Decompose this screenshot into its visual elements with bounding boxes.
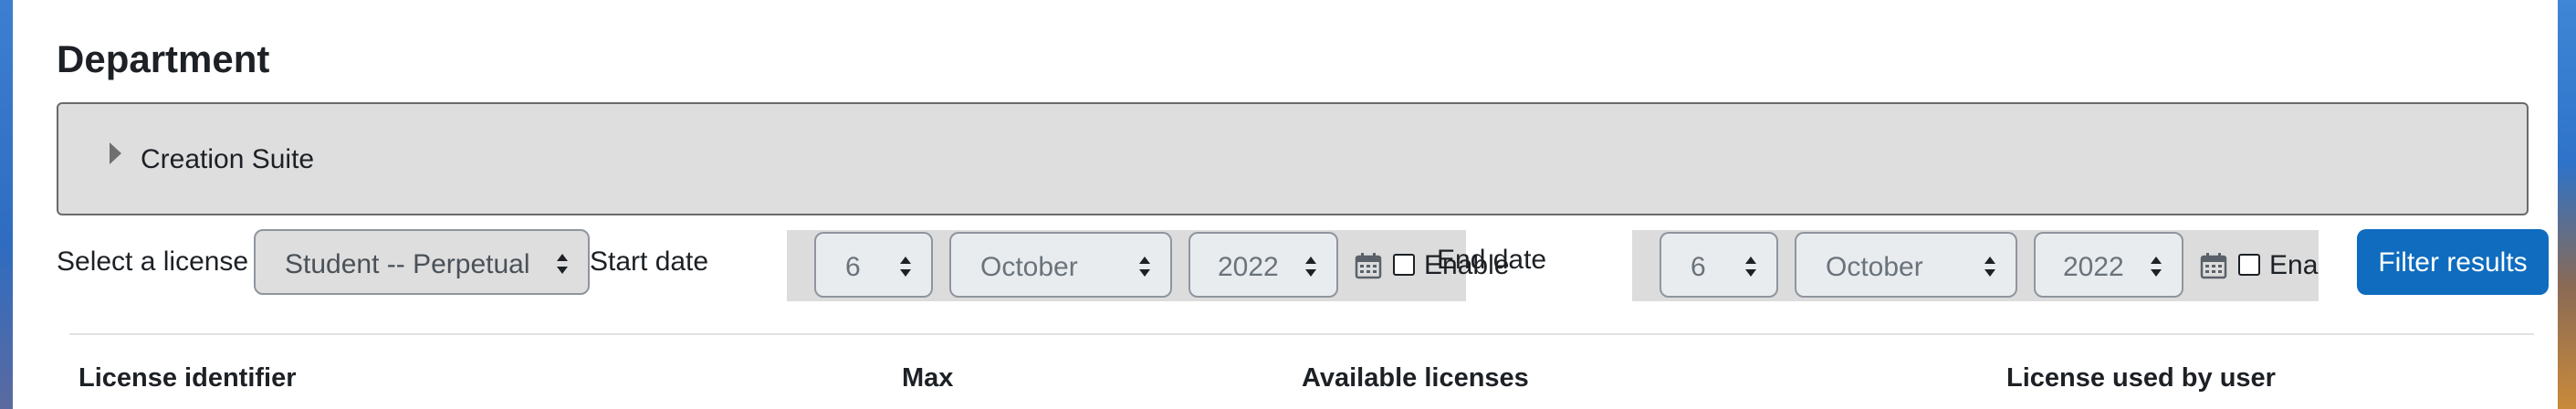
end-month-select[interactable]: October [1795, 232, 2017, 298]
license-select[interactable]: Student -- Perpetual [254, 229, 590, 295]
column-header-available-licenses[interactable]: Available licenses [1302, 363, 1529, 393]
end-enable-label: Ena [2269, 250, 2319, 280]
end-date-label: End date [1437, 245, 1547, 275]
select-arrows-icon [557, 254, 568, 274]
filter-results-button[interactable]: Filter results [2357, 229, 2549, 295]
start-day-value: 6 [845, 252, 861, 282]
select-arrows-icon [900, 257, 911, 277]
select-arrows-icon [1139, 257, 1150, 277]
section-label[interactable]: Creation Suite [141, 144, 314, 175]
end-year-value: 2022 [2063, 252, 2124, 282]
column-header-max[interactable]: Max [902, 363, 953, 393]
filter-results-label: Filter results [2378, 247, 2528, 278]
end-month-value: October [1826, 252, 1923, 282]
start-month-value: October [980, 252, 1078, 282]
column-header-license-used-by-user[interactable]: License used by user [2006, 363, 2276, 393]
start-month-select[interactable]: October [949, 232, 1172, 298]
calendar-icon[interactable] [1355, 252, 1382, 279]
end-year-select[interactable]: 2022 [2034, 232, 2183, 298]
start-year-select[interactable]: 2022 [1189, 232, 1338, 298]
end-day-value: 6 [1691, 252, 1706, 282]
background-right [2558, 0, 2576, 409]
end-day-select[interactable]: 6 [1660, 232, 1778, 298]
column-header-license-identifier[interactable]: License identifier [79, 363, 297, 393]
background-left [0, 0, 13, 409]
end-date-group: 6 October 2022 Ena [1632, 230, 2319, 301]
content-panel: Department Creation Suite Select a licen… [13, 0, 2558, 409]
select-arrows-icon [2151, 257, 2162, 277]
select-arrows-icon [1745, 257, 1756, 277]
start-day-select[interactable]: 6 [814, 232, 933, 298]
caret-right-icon[interactable] [110, 142, 121, 164]
end-enable-checkbox[interactable] [2238, 254, 2260, 276]
calendar-icon[interactable] [2200, 252, 2227, 279]
license-select-value: Student -- Perpetual [285, 249, 530, 279]
start-date-label: Start date [590, 246, 709, 277]
divider [69, 333, 2534, 335]
start-year-value: 2022 [1218, 252, 1279, 282]
select-arrows-icon [1984, 257, 1995, 277]
page-title: Department [57, 37, 270, 80]
creation-suite-section[interactable]: Creation Suite [57, 102, 2529, 215]
select-arrows-icon [1305, 257, 1316, 277]
license-label: Select a license [57, 246, 249, 277]
start-enable-checkbox[interactable] [1393, 254, 1415, 276]
start-date-group: 6 October 2022 Enable [787, 230, 1509, 301]
